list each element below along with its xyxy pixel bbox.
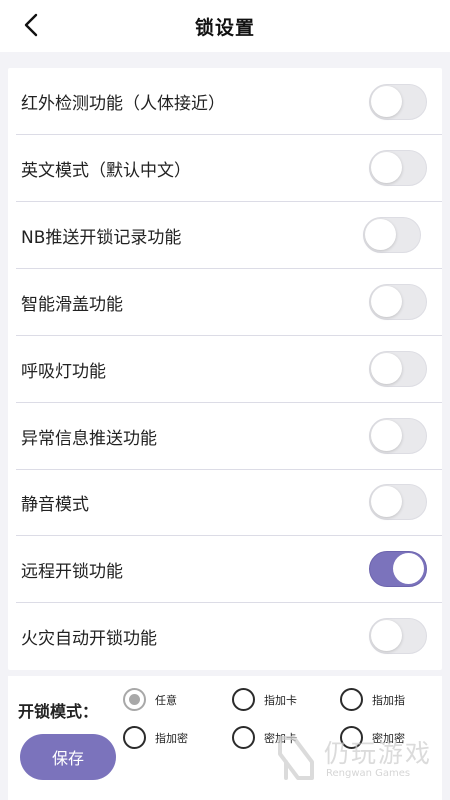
back-button[interactable] (16, 10, 46, 40)
english-mode-toggle[interactable] (369, 150, 427, 186)
setting-label: 英文模式（默认中文） (21, 160, 191, 181)
radio-circle (340, 726, 363, 749)
toggle-knob (371, 620, 402, 651)
radio-any[interactable]: 任意 (123, 688, 177, 711)
radio-circle (232, 688, 255, 711)
radio-label: 指加密 (155, 731, 188, 745)
page-title: 锁设置 (194, 16, 255, 39)
breathing-light-toggle[interactable] (369, 351, 427, 387)
smart-slide-toggle[interactable] (369, 284, 427, 320)
toggle-knob (371, 286, 402, 317)
radio-label: 密加密 (372, 731, 405, 745)
radio-label: 密加卡 (264, 731, 297, 745)
setting-label: 异常信息推送功能 (21, 428, 157, 449)
setting-label: 呼吸灯功能 (21, 361, 106, 382)
radio-finger-password[interactable]: 指加密 (123, 726, 188, 749)
setting-label: 火灾自动开锁功能 (21, 628, 157, 649)
radio-label: 指加卡 (264, 693, 297, 707)
nb-push-toggle[interactable] (363, 217, 421, 253)
setting-label: 智能滑盖功能 (21, 294, 123, 315)
unlock-mode-panel: 开锁模式： 任意 指加卡 指加指 指加密 密加卡 密加密 保存 (8, 676, 442, 800)
save-button[interactable]: 保存 (20, 734, 116, 780)
setting-row-abnormal-push: 异常信息推送功能 (8, 403, 442, 470)
settings-list: 红外检测功能（人体接近） 英文模式（默认中文） NB推送开锁记录功能 智能滑盖功… (8, 68, 442, 670)
radio-circle (123, 726, 146, 749)
toggle-knob (371, 86, 402, 117)
radio-password-password[interactable]: 密加密 (340, 726, 405, 749)
remote-unlock-toggle[interactable] (369, 551, 427, 587)
setting-label: 红外检测功能（人体接近） (21, 93, 225, 114)
header-bar: 锁设置 (0, 0, 450, 52)
toggle-knob (371, 486, 402, 517)
radio-label: 指加指 (372, 693, 405, 707)
mute-toggle[interactable] (369, 484, 427, 520)
unlock-mode-label: 开锁模式： (18, 702, 99, 721)
radio-circle (232, 726, 255, 749)
radio-password-card[interactable]: 密加卡 (232, 726, 297, 749)
infrared-toggle[interactable] (369, 84, 427, 120)
setting-row-remote-unlock: 远程开锁功能 (8, 536, 442, 603)
setting-row-mute: 静音模式 (8, 469, 442, 536)
abnormal-push-toggle[interactable] (369, 418, 427, 454)
toggle-knob (371, 152, 402, 183)
setting-row-fire-unlock: 火灾自动开锁功能 (8, 603, 442, 670)
toggle-knob (365, 219, 396, 250)
setting-label: NB推送开锁记录功能 (21, 227, 182, 248)
radio-circle (123, 688, 146, 711)
setting-row-infrared: 红外检测功能（人体接近） (8, 68, 442, 135)
radio-finger-finger[interactable]: 指加指 (340, 688, 405, 711)
setting-row-breathing-light: 呼吸灯功能 (8, 336, 442, 403)
radio-circle (340, 688, 363, 711)
fire-unlock-toggle[interactable] (369, 618, 427, 654)
chevron-left-icon (24, 13, 38, 37)
setting-row-english: 英文模式（默认中文） (8, 135, 442, 202)
radio-finger-card[interactable]: 指加卡 (232, 688, 297, 711)
setting-label: 远程开锁功能 (21, 561, 123, 582)
toggle-knob (371, 353, 402, 384)
setting-label: 静音模式 (21, 494, 89, 515)
setting-row-smart-slide: 智能滑盖功能 (8, 269, 442, 336)
setting-row-nb-push: NB推送开锁记录功能 (8, 202, 442, 269)
toggle-knob (393, 553, 424, 584)
radio-label: 任意 (155, 693, 177, 707)
toggle-knob (371, 420, 402, 451)
